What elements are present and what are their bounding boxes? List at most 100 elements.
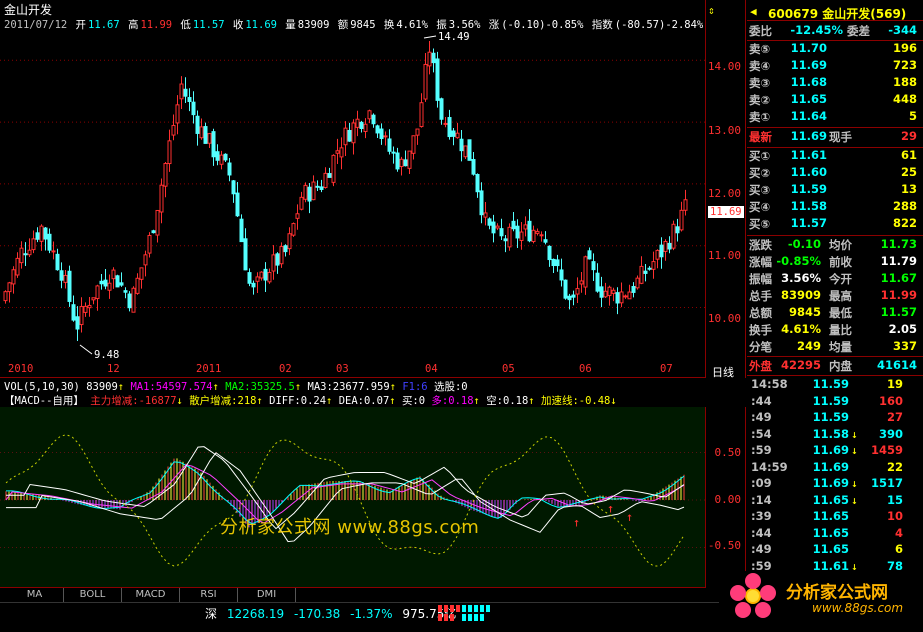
candle-body [387,138,392,152]
price-tick: 14.00 [707,60,741,73]
logo-url: www.88gs.com [812,601,904,615]
amt-value: 9845 [350,19,376,31]
candle-body [35,232,40,240]
market-change: -170.38 [293,607,341,621]
candle-body [327,173,332,178]
stat-value: 11.99 [880,288,917,302]
ask-volume: 188 [892,75,917,89]
bid-row: 买③ 11.59 13 [747,182,923,199]
macd-chart[interactable]: ↑ ↑ ↑ [0,407,706,587]
candle-body [307,186,312,202]
tick-row: 14:59 11.69 22 [747,460,923,476]
ratio-label: 委比 [749,24,772,38]
macd-name: 【MACD--自用】 [4,395,84,407]
period-label[interactable]: 日线 [712,364,734,380]
candle-body [71,304,76,321]
turnover-value: 4.61% [396,19,428,31]
tick-row: :49 11.59 27 [747,410,923,426]
max-price-marker: 14.49 [438,31,470,43]
candle-body [379,128,384,140]
bid-volume: 288 [892,199,917,213]
candle-body [131,287,136,313]
vol-extra: F1:6 [402,381,428,393]
candle-body [339,147,344,158]
candle-body [375,125,380,134]
candle-body [271,254,276,272]
candle-body [51,250,56,253]
stat-row: 分笔 249 均量 337 [747,339,923,356]
scroll-icon[interactable]: ⇕ [708,4,715,17]
tick-price: 11.59 [812,393,849,408]
candle-body [479,190,484,216]
tick-volume: 6 [894,542,903,556]
tick-volume: 4 [894,525,903,540]
bid-row: 买⑤ 11.57 822 [747,216,923,233]
stat-value: 11.57 [880,305,917,319]
date-tick: 02 [279,363,292,375]
min-price-marker: 9.48 [94,349,119,361]
candle-body [671,223,676,249]
tab-macd[interactable]: MACD [122,588,180,602]
inner-value: 41614 [876,358,917,372]
candle-body [383,135,388,138]
candle-body [83,305,88,313]
bid-price: 11.61 [790,148,827,162]
ask-price: 11.65 [790,92,827,106]
tab-rsi[interactable]: RSI [180,588,238,602]
ask-row: 卖③ 11.68 188 [747,75,923,92]
candle-body [611,289,616,294]
high-label: 高 [127,19,139,31]
tick-time: :09 [751,476,772,490]
macd-dea: DEA:0.07 [338,395,390,407]
panel-toggle-icon[interactable]: ◀ [750,5,757,18]
date-tick: 07 [660,363,673,375]
candle-body [367,110,372,120]
buy-signal-marker: ↑ [607,501,614,515]
candle-body [347,130,352,142]
stat-label: 最高 [829,289,852,303]
ask-row: 卖① 11.64 5 [747,109,923,126]
tick-time: 14:59 [751,459,788,474]
tick-row: :44 11.65 4 [747,526,923,542]
candle-body [279,246,284,265]
inner-label: 内盘 [829,359,852,373]
tab-boll[interactable]: BOLL [64,588,122,602]
tab-dmi[interactable]: DMI [238,588,296,602]
candle-body [135,277,140,294]
candle-body [7,282,12,293]
vol-value: 83909 [86,381,118,393]
candle-body [623,295,628,298]
ask-volume: 448 [892,92,917,106]
candle-body [511,220,516,230]
tick-time: :49 [751,410,772,424]
candle-body [591,261,596,271]
macd-diff: DIFF:0.24 [269,395,327,407]
candle-body [487,218,492,226]
tick-row: :44 11.59 160 [747,394,923,410]
macd-retail: 散户增减:218 [189,395,257,407]
candle-body [255,276,260,282]
amt-label: 额 [337,19,349,31]
candle-body [263,268,268,281]
tab-ma[interactable]: MA [6,588,64,602]
close-label: 收 [232,19,244,31]
candle-body [335,150,340,154]
market-index-status[interactable]: 深 12268.19 -170.38 -1.37% 975.75亿 [205,605,462,622]
candle-body [631,286,636,293]
index-value: (-80.57)-2.84% [614,19,704,31]
candlestick-chart[interactable]: 14.49 9.48 [0,0,706,378]
tick-time: 14:58 [751,377,788,391]
tick-price: 11.69 [812,443,849,457]
stat-label: 均量 [829,340,852,354]
flower-icon [730,573,776,618]
tick-volume: 10 [886,509,903,523]
buy-signal-marker: ↑ [573,516,580,530]
candle-body [635,277,640,289]
stat-value: 2.05 [888,322,917,336]
price-tick: 13.00 [707,124,741,137]
macd-svg: ↑ ↑ ↑ [0,434,706,567]
amp-value: 3.56% [448,19,481,31]
vol-select: 选股:0 [433,381,468,393]
candle-body [639,265,644,284]
candlestick-svg: 14.49 9.48 [0,31,706,361]
